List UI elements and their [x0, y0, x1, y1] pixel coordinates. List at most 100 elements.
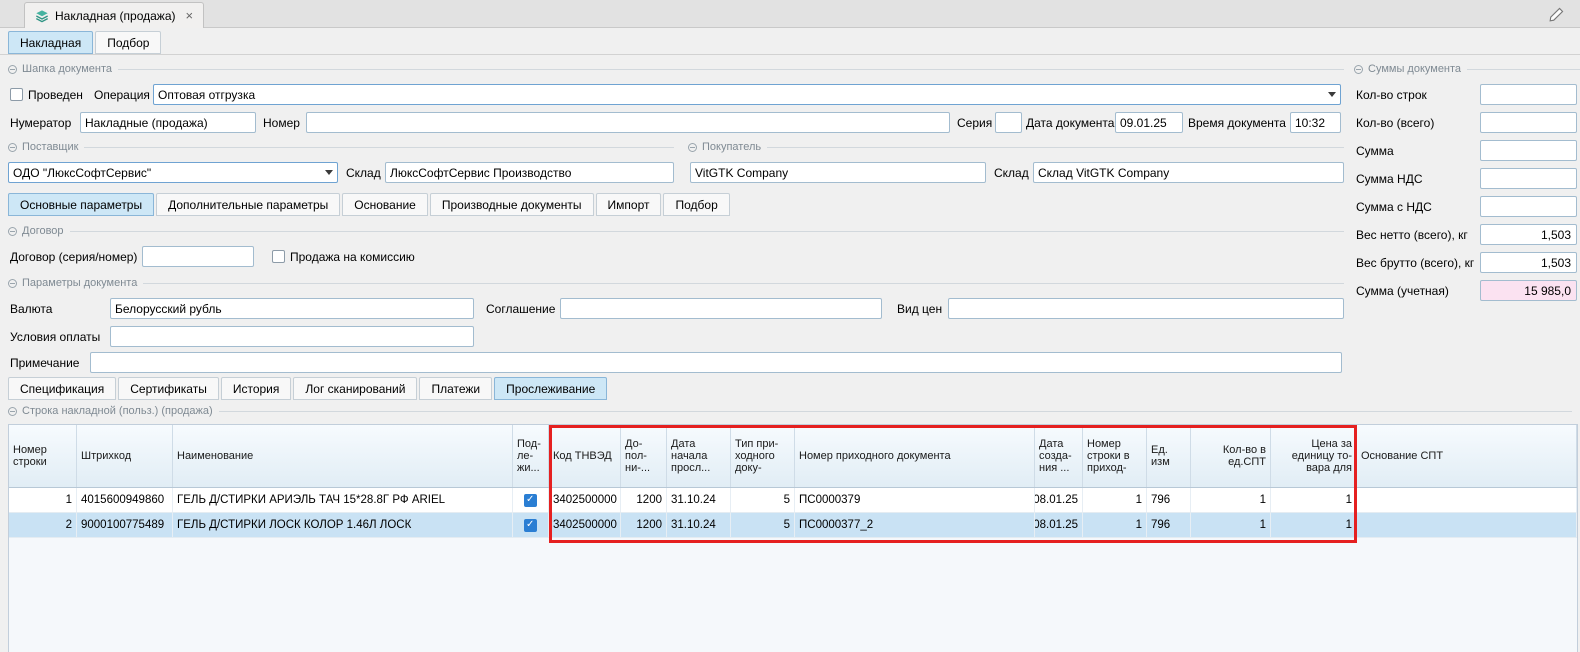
cell-subject[interactable] [513, 488, 549, 512]
tab-scan-log[interactable]: Лог сканирований [293, 377, 417, 400]
cell-additional[interactable]: 1200 [621, 488, 667, 512]
column-header-spt-basis[interactable]: Основание СПТ [1357, 425, 1577, 487]
totals-field-net-weight[interactable]: 1,503 [1480, 224, 1577, 245]
cell-subject[interactable] [513, 513, 549, 537]
column-header-line-number[interactable]: Номер строки [9, 425, 77, 487]
note-field[interactable] [90, 352, 1342, 373]
column-header-name[interactable]: Наименование [173, 425, 513, 487]
supplier-combobox[interactable]: ОДО "ЛюксСофтСервис" [8, 162, 338, 183]
cell-barcode[interactable]: 4015600949860 [77, 488, 173, 512]
collapse-icon[interactable] [8, 227, 17, 236]
tab-import[interactable]: Импорт [596, 193, 662, 216]
tab-specification[interactable]: Спецификация [8, 377, 116, 400]
document-tab[interactable]: Накладная (продажа) × [24, 2, 204, 28]
cell-unit-price[interactable]: 1 [1271, 488, 1357, 512]
column-header-income-doc-number[interactable]: Номер приходного документа [795, 425, 1035, 487]
cell-additional[interactable]: 1200 [621, 513, 667, 537]
cell-income-line-number[interactable]: 1 [1083, 513, 1147, 537]
operation-combobox[interactable]: Оптовая отгрузка [153, 84, 1341, 105]
cell-income-doc-type[interactable]: 5 [731, 488, 795, 512]
collapse-icon[interactable] [688, 143, 697, 152]
cell-spt-basis[interactable] [1357, 488, 1577, 512]
cell-tnved-code[interactable]: 3402500000 [549, 513, 621, 537]
tab-main-params[interactable]: Основные параметры [8, 193, 154, 216]
column-header-income-doc-type[interactable]: Тип при- ходного доку- [731, 425, 795, 487]
subject-checkbox[interactable] [524, 519, 537, 532]
tab-nakladnaya[interactable]: Накладная [8, 31, 93, 54]
cell-income-doc-number[interactable]: ПС0000377_2 [795, 513, 1035, 537]
cell-income-line-number[interactable]: 1 [1083, 488, 1147, 512]
column-header-trace-start-date[interactable]: Дата начала просл... [667, 425, 731, 487]
numerator-field[interactable]: Накладные (продажа) [80, 112, 256, 133]
price-type-field[interactable] [948, 298, 1344, 319]
tab-certificates[interactable]: Сертификаты [118, 377, 219, 400]
cell-creation-date[interactable]: 08.01.25 [1035, 513, 1083, 537]
cell-name[interactable]: ГЕЛЬ Д/СТИРКИ ЛОСК КОЛОР 1.46Л ЛОСК [173, 513, 513, 537]
cell-trace-start-date[interactable]: 31.10.24 [667, 513, 731, 537]
agreement-field[interactable] [560, 298, 882, 319]
cell-creation-date[interactable]: 08.01.25 [1035, 488, 1083, 512]
totals-field-sum-with-vat[interactable] [1480, 196, 1577, 217]
cell-unit[interactable]: 796 [1147, 513, 1191, 537]
table-row[interactable]: 1 4015600949860 ГЕЛЬ Д/СТИРКИ АРИЭЛЬ ТАЧ… [9, 488, 1577, 513]
table-row[interactable]: 2 9000100775489 ГЕЛЬ Д/СТИРКИ ЛОСК КОЛОР… [9, 513, 1577, 538]
tab-payments[interactable]: Платежи [419, 377, 492, 400]
totals-field-sum[interactable] [1480, 140, 1577, 161]
supplier-warehouse-field[interactable]: ЛюксСофтСервис Производство [385, 162, 674, 183]
column-header-creation-date[interactable]: Дата созда- ния ... [1035, 425, 1083, 487]
tab-basis[interactable]: Основание [342, 193, 428, 216]
cell-unit-price[interactable]: 1 [1271, 513, 1357, 537]
tab-podbor[interactable]: Подбор [95, 31, 161, 54]
column-header-tnved-code[interactable]: Код ТНВЭД [549, 425, 621, 487]
totals-field-rows[interactable] [1480, 84, 1577, 105]
collapse-icon[interactable] [8, 65, 17, 74]
buyer-warehouse-field[interactable]: Склад VitGTK Company [1033, 162, 1344, 183]
number-field[interactable] [306, 112, 950, 133]
tab-derived-documents[interactable]: Производные документы [430, 193, 594, 216]
cell-line-number[interactable]: 1 [9, 488, 77, 512]
column-header-qty-spt[interactable]: Кол-во в ед.СПТ [1191, 425, 1271, 487]
tab-history[interactable]: История [221, 377, 292, 400]
column-header-barcode[interactable]: Штрихкод [77, 425, 173, 487]
buyer-field[interactable]: VitGTK Company [690, 162, 986, 183]
tab-podbor2[interactable]: Подбор [663, 193, 729, 216]
totals-field-accounting-sum[interactable]: 15 985,0 [1480, 280, 1577, 301]
cell-income-doc-type[interactable]: 5 [731, 513, 795, 537]
column-header-subject[interactable]: Под- ле- жи... [513, 425, 549, 487]
currency-field[interactable]: Белорусский рубль [110, 298, 474, 319]
cell-name[interactable]: ГЕЛЬ Д/СТИРКИ АРИЭЛЬ ТАЧ 15*28.8Г РФ ARI… [173, 488, 513, 512]
doc-date-field[interactable]: 09.01.25 [1115, 112, 1183, 133]
collapse-icon[interactable] [8, 407, 17, 416]
commission-checkbox[interactable] [272, 250, 285, 263]
column-header-additional[interactable]: До- пол- ни-... [621, 425, 667, 487]
cell-tnved-code[interactable]: 3402500000 [549, 488, 621, 512]
tab-traceability[interactable]: Прослеживание [494, 377, 607, 400]
tab-additional-params[interactable]: Дополнительные параметры [156, 193, 340, 216]
cell-barcode[interactable]: 9000100775489 [77, 513, 173, 537]
cell-line-number[interactable]: 2 [9, 513, 77, 537]
cell-income-doc-number[interactable]: ПС0000379 [795, 488, 1035, 512]
dropdown-arrow-icon[interactable] [1328, 92, 1336, 97]
cell-trace-start-date[interactable]: 31.10.24 [667, 488, 731, 512]
cell-unit[interactable]: 796 [1147, 488, 1191, 512]
cell-qty-spt[interactable]: 1 [1191, 513, 1271, 537]
subject-checkbox[interactable] [524, 494, 537, 507]
doc-time-field[interactable]: 10:32 [1290, 112, 1341, 133]
column-header-unit[interactable]: Ед. изм [1147, 425, 1191, 487]
totals-field-gross-weight[interactable]: 1,503 [1480, 252, 1577, 273]
posted-checkbox[interactable] [10, 88, 23, 101]
dropdown-arrow-icon[interactable] [325, 170, 333, 175]
column-header-unit-price[interactable]: Цена за единицу то- вара для [1271, 425, 1357, 487]
collapse-icon[interactable] [8, 279, 17, 288]
close-icon[interactable]: × [186, 9, 194, 22]
contract-number-field[interactable] [142, 246, 254, 267]
edit-pencil-icon[interactable] [1546, 4, 1566, 24]
series-field[interactable] [995, 112, 1022, 133]
column-header-income-line-number[interactable]: Номер строки в приход- [1083, 425, 1147, 487]
collapse-icon[interactable] [8, 143, 17, 152]
collapse-icon[interactable] [1354, 65, 1363, 74]
cell-spt-basis[interactable] [1357, 513, 1577, 537]
totals-field-qty[interactable] [1480, 112, 1577, 133]
payment-terms-field[interactable] [110, 326, 474, 347]
cell-qty-spt[interactable]: 1 [1191, 488, 1271, 512]
